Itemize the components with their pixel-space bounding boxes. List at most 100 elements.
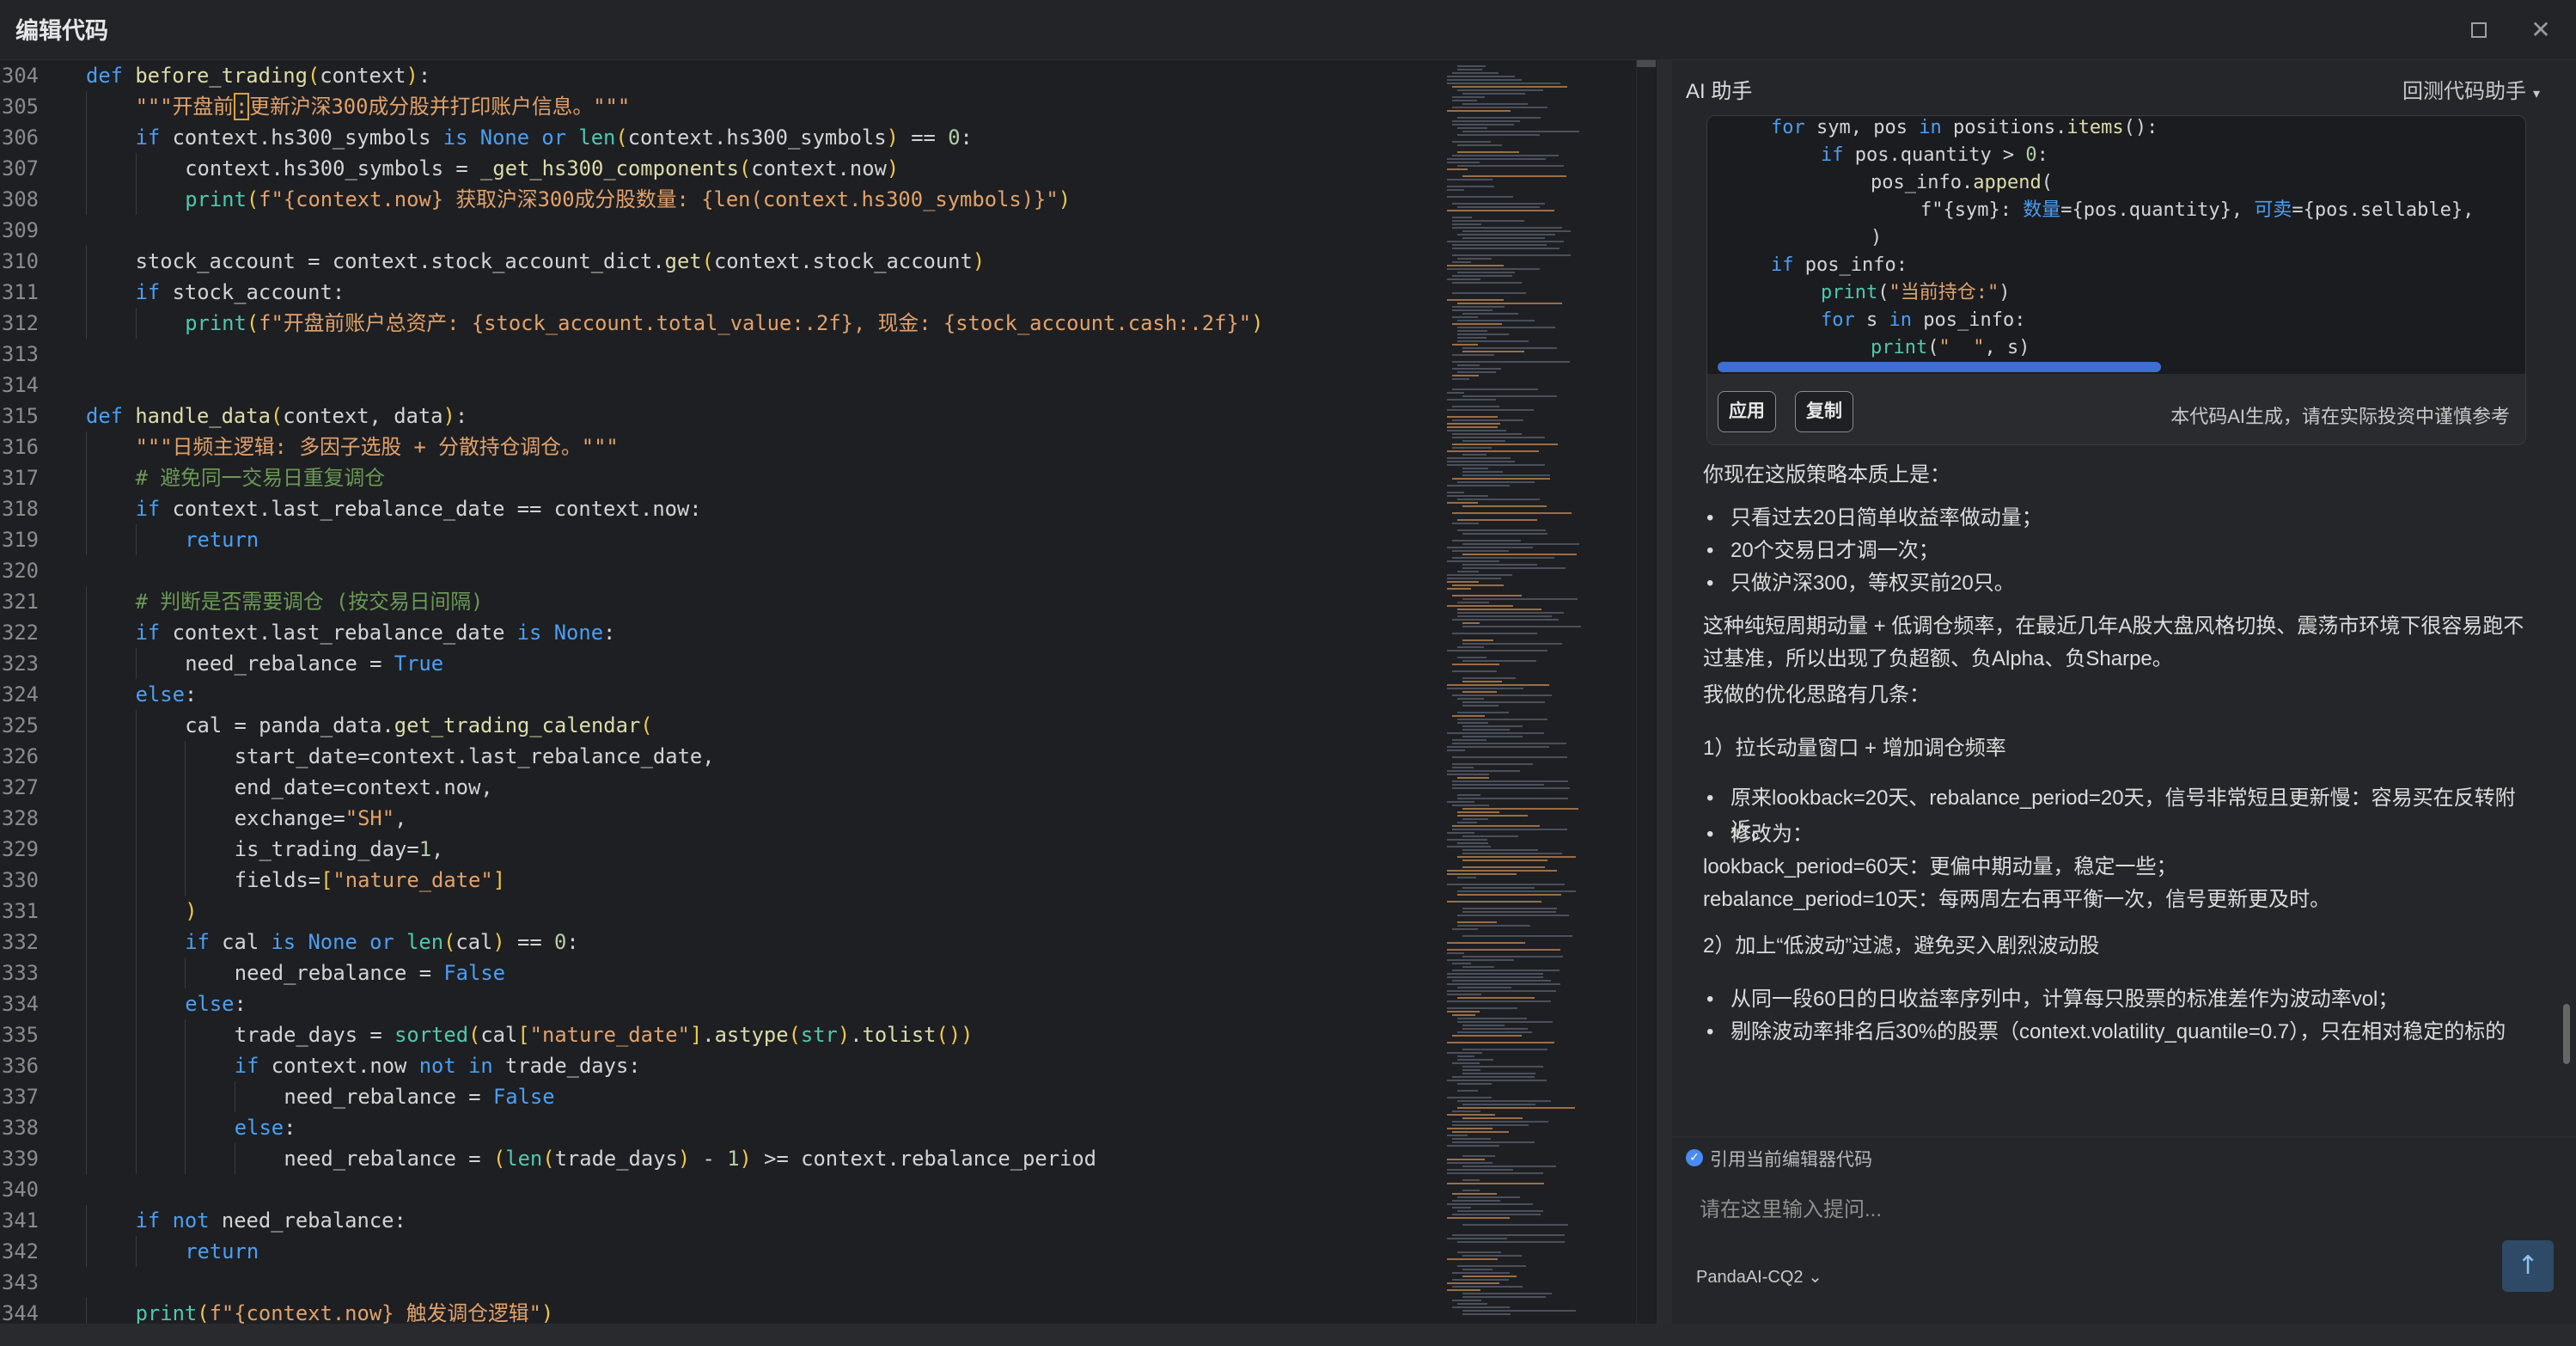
minimap-line [1447, 1114, 1495, 1116]
code-line[interactable]: 321 # 判断是否需要调仓 (按交易日间隔) [0, 586, 1444, 617]
code-block-line: if pos.quantity > 0: [1821, 144, 2048, 166]
checkbox-checked-icon[interactable]: ✓ [1686, 1149, 1703, 1166]
indent-guide [86, 803, 87, 834]
code-line[interactable]: 313 [0, 339, 1444, 370]
code-line[interactable]: 306 if context.hs300_symbols is None or l… [0, 122, 1444, 153]
close-icon[interactable]: ✕ [2526, 15, 2555, 45]
code-line[interactable]: 304 def before_trading(context): [0, 60, 1444, 91]
panel-splitter[interactable] [1657, 60, 1672, 1324]
minimap-line [1452, 275, 1512, 277]
code-line[interactable]: 323 need_rebalance = True [0, 648, 1444, 679]
line-number: 326 [2, 744, 39, 768]
send-button[interactable]: ↑ [2502, 1240, 2554, 1292]
code-line[interactable]: 326 start_date=context.last_rebalance_dat… [0, 741, 1444, 772]
editor-scrollbar[interactable] [1636, 60, 1656, 1324]
minimap[interactable] [1444, 60, 1634, 1324]
code-line[interactable]: 308 print(f"{context.now} 获取沪深300成分股数量: {… [0, 184, 1444, 215]
code-line[interactable]: 340 [0, 1174, 1444, 1205]
code-line[interactable]: 322 if context.last_rebalance_date is Non… [0, 617, 1444, 648]
minimap-line [1457, 894, 1561, 896]
code-block-hscroll[interactable] [1718, 362, 2161, 372]
model-select[interactable]: PandaAI-CQ2 ⌄ [1696, 1266, 1822, 1288]
code-line[interactable]: 344 print(f"{context.now} 触发调仓逻辑") [0, 1298, 1444, 1324]
code-line[interactable]: 319 return [0, 524, 1444, 555]
minimap-line [1457, 258, 1492, 260]
copy-button[interactable]: 复制 [1795, 391, 1853, 432]
code-line[interactable]: 330 fields=["nature_date"] [0, 865, 1444, 896]
code-text: return [185, 528, 259, 552]
indent-guide [86, 896, 87, 927]
code-line[interactable]: 314 [0, 370, 1444, 401]
minimap-line [1457, 1210, 1543, 1212]
code-line[interactable]: 337 need_rebalance = False [0, 1081, 1444, 1112]
minimap-line [1452, 141, 1491, 143]
scrollbar-thumb[interactable] [1637, 60, 1656, 67]
code-line[interactable]: 339 need_rebalance = (len(trade_days) - 1… [0, 1143, 1444, 1174]
code-line[interactable]: 320 [0, 555, 1444, 586]
code-line[interactable]: 335 trade_days = sorted(cal["nature_date"… [0, 1019, 1444, 1050]
minimap-line [1457, 1031, 1532, 1033]
code-line[interactable]: 341 if not need_rebalance: [0, 1205, 1444, 1236]
minimap-line [1457, 1196, 1520, 1198]
assistant-mode-select[interactable]: 回测代码助手 ▾ [2402, 74, 2540, 104]
code-line[interactable]: 336 if context.now not in trade_days: [0, 1050, 1444, 1081]
minimap-line [1447, 1052, 1482, 1054]
code-line[interactable]: 332 if cal is None or len(cal) == 0: [0, 927, 1444, 957]
line-number: 335 [2, 1023, 39, 1047]
code-line[interactable]: 327 end_date=context.now, [0, 772, 1444, 803]
code-line[interactable]: 316 """日频主逻辑: 多因子选股 + 分散持仓调仓。""" [0, 431, 1444, 462]
indent-guide [135, 1143, 137, 1174]
reference-editor-label[interactable]: 引用当前编辑器代码 [1710, 1146, 1872, 1172]
minimap-line [1447, 423, 1500, 425]
code-line[interactable]: 311 if stock_account: [0, 277, 1444, 308]
minimap-line [1452, 389, 1538, 390]
chat-messages[interactable]: for sym, pos in positions.items(): if pos… [1672, 115, 2576, 1191]
code-line[interactable]: 333 need_rebalance = False [0, 957, 1444, 988]
code-line[interactable]: 325 cal = panda_data.get_trading_calendar… [0, 710, 1444, 741]
chat-scrollbar-thumb[interactable] [2563, 1004, 2570, 1064]
code-line[interactable]: 312 print(f"开盘前账户总资产: {stock_account.tota… [0, 308, 1444, 339]
code-text: exchange="SH", [234, 806, 407, 830]
code-line[interactable]: 343 [0, 1267, 1444, 1298]
minimap-line [1457, 1021, 1553, 1023]
code-line[interactable]: 309 [0, 215, 1444, 246]
line-number: 325 [2, 713, 39, 737]
code-text: fields=["nature_date"] [234, 868, 506, 892]
minimap-line [1447, 574, 1512, 576]
minimap-line [1447, 732, 1544, 734]
minimap-line [1462, 351, 1524, 352]
prompt-input[interactable] [1700, 1189, 2524, 1232]
code-line[interactable]: 307 context.hs300_symbols = _get_hs300_co… [0, 153, 1444, 184]
code-line[interactable]: 317 # 避免同一交易日重复调仓 [0, 462, 1444, 493]
chat-scrollbar[interactable] [2561, 115, 2576, 1191]
minimap-line [1447, 1217, 1510, 1219]
minimap-line [1447, 684, 1549, 686]
minimap-line [1457, 134, 1540, 136]
line-number: 324 [2, 682, 39, 707]
code-line[interactable]: 342 return [0, 1236, 1444, 1267]
ai-panel-title: AI 助手 [1686, 80, 1753, 103]
maximize-icon[interactable] [2464, 15, 2494, 45]
minimap-line [1452, 1272, 1510, 1274]
apply-button[interactable]: 应用 [1718, 391, 1776, 432]
minimap-line [1447, 839, 1487, 841]
paragraph: 2）加上“低波动”过滤，避免买入剧烈波动股 [1703, 934, 2100, 957]
code-line[interactable]: 315 def handle_data(context, data): [0, 401, 1444, 431]
minimap-line [1457, 117, 1541, 119]
code-line[interactable]: 318 if context.last_rebalance_date == con… [0, 493, 1444, 524]
list-item: 只看过去20日简单收益率做动量； [1703, 502, 2533, 535]
minimap-line [1457, 877, 1476, 878]
minimap-line [1447, 770, 1520, 772]
code-line[interactable]: 329 is_trading_day=1, [0, 834, 1444, 865]
minimap-line [1452, 595, 1522, 597]
code-line[interactable]: 331) [0, 896, 1444, 927]
code-line[interactable]: 324 else: [0, 679, 1444, 710]
code-line[interactable]: 334 else: [0, 988, 1444, 1019]
minimap-line [1462, 935, 1572, 937]
code-line[interactable]: 328 exchange="SH", [0, 803, 1444, 834]
code-block-line: ) [1871, 227, 1883, 248]
code-line[interactable]: 305 """开盘前:更新沪深300成分股并打印账户信息。""" [0, 91, 1444, 122]
code-line[interactable]: 338 else: [0, 1112, 1444, 1143]
code-editor[interactable]: 304 def before_trading(context): 305 """开盘前… [0, 60, 1444, 1324]
code-line[interactable]: 310 stock_account = context.stock_account… [0, 246, 1444, 277]
